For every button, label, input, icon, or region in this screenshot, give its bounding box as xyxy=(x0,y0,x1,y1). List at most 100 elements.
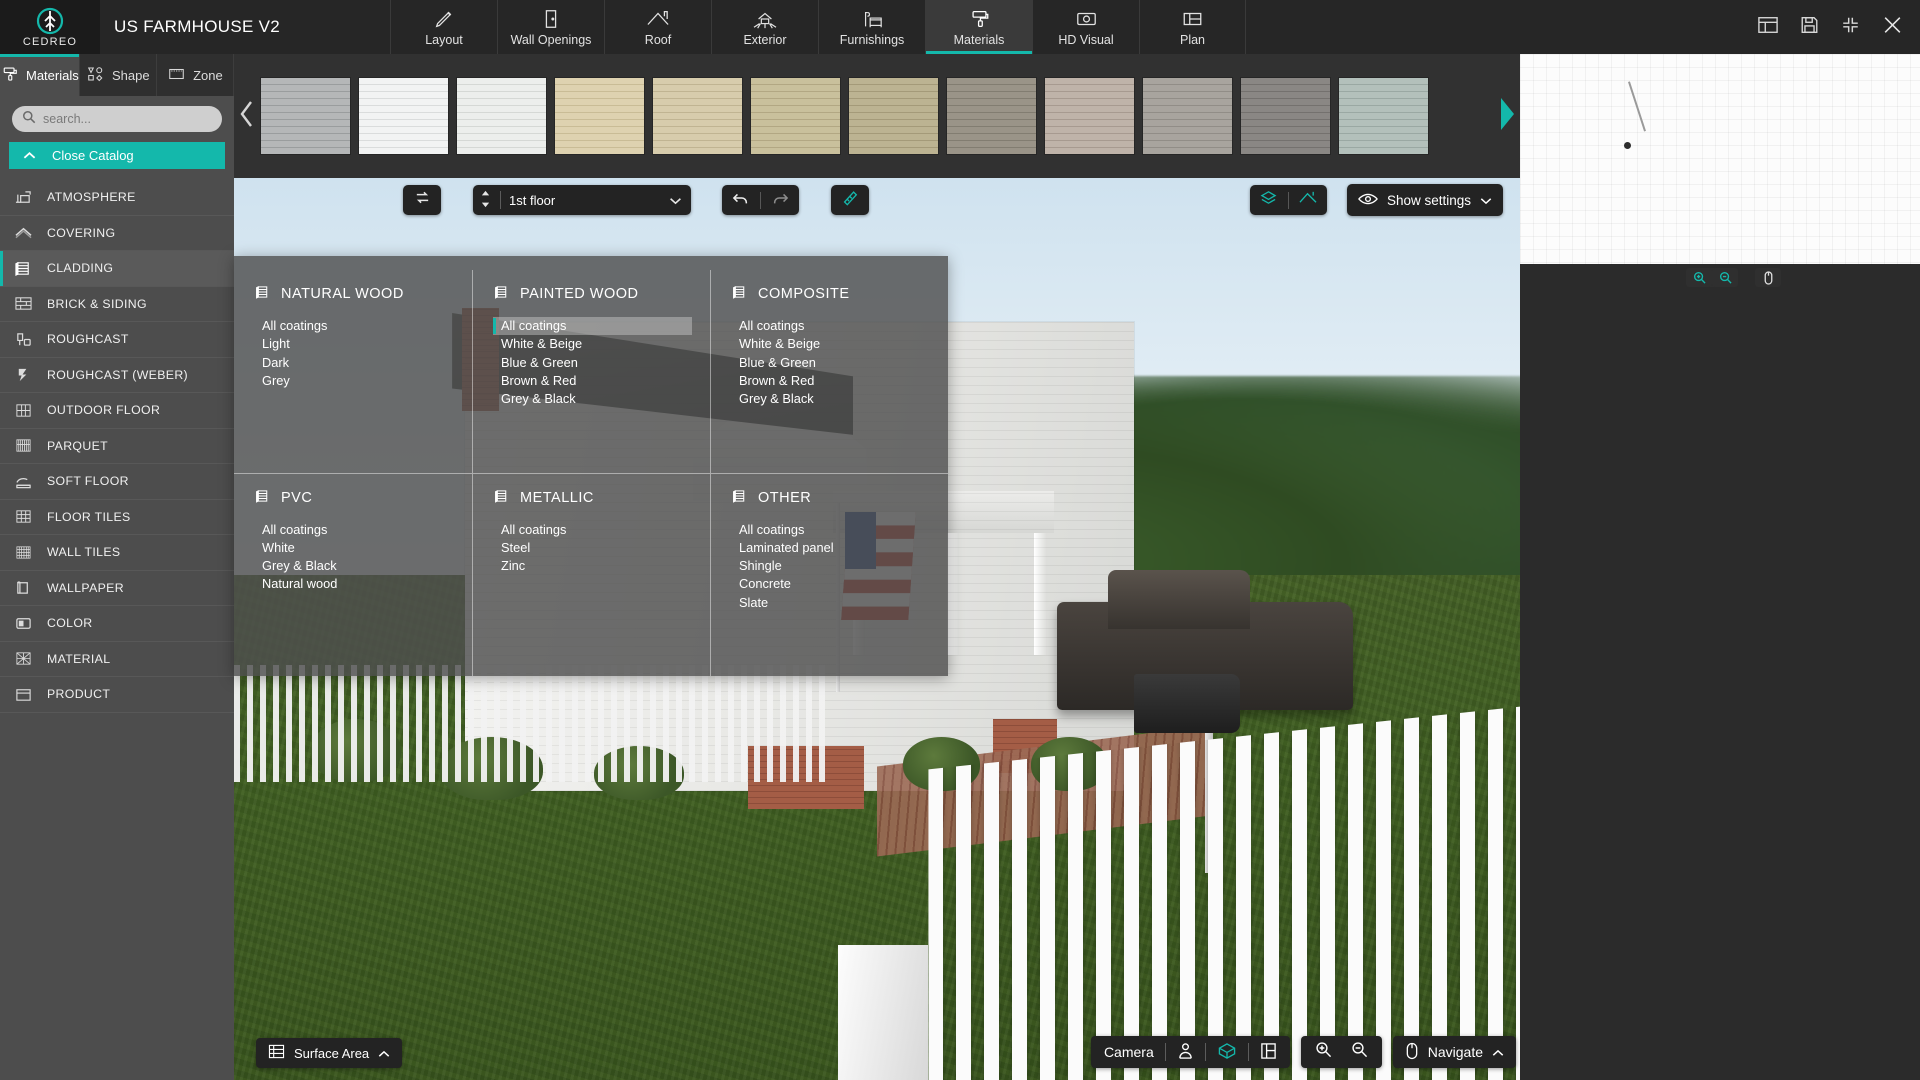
swatch-khaki-siding[interactable] xyxy=(750,77,841,155)
megamenu-item[interactable]: Light xyxy=(254,335,454,353)
megamenu-item[interactable]: Grey xyxy=(254,372,454,390)
tab-exterior[interactable]: Exterior xyxy=(711,0,818,54)
swatch-warm-grey-siding[interactable] xyxy=(1044,77,1135,155)
list-view-icon[interactable] xyxy=(1757,15,1779,40)
megamenu-heading-label: PAINTED WOOD xyxy=(520,286,639,302)
swatch-taupe-siding[interactable] xyxy=(946,77,1037,155)
megamenu-item[interactable]: Blue & Green xyxy=(731,354,930,372)
product-icon xyxy=(12,684,34,704)
surface-area-button[interactable]: Surface Area xyxy=(256,1038,403,1068)
megamenu-item[interactable]: Blue & Green xyxy=(493,354,692,372)
megamenu-item[interactable]: Steel xyxy=(493,539,692,557)
megamenu-item[interactable]: White & Beige xyxy=(731,335,930,353)
redo-button[interactable] xyxy=(761,185,799,215)
person-view-icon[interactable] xyxy=(1177,1042,1194,1063)
swatch-off-white-siding[interactable] xyxy=(456,77,547,155)
tab-materials[interactable]: Materials xyxy=(925,0,1032,54)
swatch-sage-green-siding[interactable] xyxy=(1338,77,1429,155)
sidebar-item-outdoor-floor[interactable]: OUTDOOR FLOOR xyxy=(0,393,234,429)
swatch-cream-siding[interactable] xyxy=(554,77,645,155)
cedreo-logo-icon xyxy=(33,7,67,37)
swatch-olive-beige-siding[interactable] xyxy=(848,77,939,155)
sidebar-item-floor-tiles[interactable]: FLOOR TILES xyxy=(0,500,234,535)
sidebar-item-wallpaper[interactable]: WALLPAPER xyxy=(0,571,234,606)
sidebar-item-soft-floor[interactable]: SOFT FLOOR xyxy=(0,464,234,500)
plan-view-icon[interactable] xyxy=(1260,1042,1277,1063)
sidebar-item-product[interactable]: PRODUCT xyxy=(0,677,234,713)
tab-furnishings[interactable]: Furnishings xyxy=(818,0,925,54)
layers-button[interactable] xyxy=(1250,185,1288,215)
tab-layout[interactable]: Layout xyxy=(390,0,497,54)
sidebar-item-covering[interactable]: COVERING xyxy=(0,216,234,251)
megamenu-item[interactable]: Zinc xyxy=(493,557,692,575)
show-settings-button[interactable]: Show settings xyxy=(1346,184,1503,216)
sidebar-item-color[interactable]: COLOR xyxy=(0,606,234,642)
sidebar-item-cladding[interactable]: CLADDING xyxy=(0,251,234,287)
zoom-out-icon[interactable] xyxy=(1351,1041,1368,1063)
megamenu-item[interactable]: All coatings xyxy=(254,317,454,335)
swatch-grey-narrow-siding[interactable] xyxy=(260,77,351,155)
roof-toggle-button[interactable] xyxy=(1289,185,1327,215)
sidebar-item-material[interactable]: MATERIAL xyxy=(0,642,234,677)
tab-hd-visual[interactable]: HD Visual xyxy=(1032,0,1139,54)
atmosphere-icon xyxy=(12,187,34,207)
catalog-prev-button[interactable] xyxy=(234,54,260,178)
tab-exterior-label: Exterior xyxy=(743,32,787,47)
swatch-stone-grey-siding[interactable] xyxy=(1142,77,1233,155)
tab-plan[interactable]: Plan xyxy=(1139,0,1246,54)
app-logo[interactable]: CEDREO xyxy=(0,0,100,54)
swatch-white-siding[interactable] xyxy=(358,77,449,155)
megamenu-item[interactable]: Slate xyxy=(731,594,930,612)
megamenu-item[interactable]: White xyxy=(254,539,454,557)
save-icon[interactable] xyxy=(1799,15,1820,40)
megamenu-item[interactable]: All coatings xyxy=(731,521,930,539)
megamenu-item[interactable]: All coatings xyxy=(731,317,930,335)
megamenu-item[interactable]: Grey & Black xyxy=(731,390,930,408)
search-input[interactable] xyxy=(43,112,212,126)
megamenu-item[interactable]: Brown & Red xyxy=(731,372,930,390)
navigate-button[interactable]: Navigate xyxy=(1392,1036,1516,1068)
pan-icon[interactable] xyxy=(1755,268,1781,287)
cube-view-icon[interactable] xyxy=(1217,1042,1237,1063)
megamenu-item[interactable]: Brown & Red xyxy=(493,372,692,390)
swatch-beige-siding[interactable] xyxy=(652,77,743,155)
left-tab-zone[interactable]: Zone xyxy=(157,54,234,96)
close-icon[interactable] xyxy=(1881,14,1904,41)
zoom-in-icon[interactable] xyxy=(1315,1041,1332,1063)
zoom-out-icon[interactable] xyxy=(1712,268,1738,287)
megamenu-item[interactable]: Grey & Black xyxy=(254,557,454,575)
megamenu-item[interactable]: Grey & Black xyxy=(493,390,692,408)
sidebar-item-parquet[interactable]: PARQUET xyxy=(0,429,234,464)
megamenu-item[interactable]: All coatings xyxy=(254,521,454,539)
megamenu-item[interactable]: All coatings xyxy=(493,317,692,336)
sidebar-item-wall-tiles[interactable]: WALL TILES xyxy=(0,535,234,571)
megamenu-item[interactable]: All coatings xyxy=(493,521,692,539)
floor-selector[interactable]: 1st floor xyxy=(473,185,691,215)
sidebar-item-brick-siding[interactable]: BRICK & SIDING xyxy=(0,287,234,322)
chevron-down-icon[interactable] xyxy=(669,193,682,208)
collapse-icon[interactable] xyxy=(1840,15,1861,40)
megamenu-item[interactable]: Laminated panel xyxy=(731,539,930,557)
megamenu-item[interactable]: Concrete xyxy=(731,575,930,593)
left-tab-shape[interactable]: Shape xyxy=(80,54,157,96)
swatch-dark-grey-siding[interactable] xyxy=(1240,77,1331,155)
tab-wall-openings[interactable]: Wall Openings xyxy=(497,0,604,54)
sidebar-item-roughcast-weber[interactable]: ROUGHCAST (WEBER) xyxy=(0,358,234,393)
zoom-in-icon[interactable] xyxy=(1686,268,1712,287)
megamenu-item[interactable]: Shingle xyxy=(731,557,930,575)
swap-button[interactable] xyxy=(403,185,441,215)
tab-roof[interactable]: Roof xyxy=(604,0,711,54)
megamenu-item[interactable]: Natural wood xyxy=(254,575,454,593)
undo-button[interactable] xyxy=(722,185,760,215)
sidebar-item-roughcast[interactable]: ROUGHCAST xyxy=(0,322,234,358)
close-catalog-button[interactable]: Close Catalog xyxy=(9,142,225,169)
catalog-next-button[interactable] xyxy=(1494,54,1520,178)
sidebar-item-atmosphere[interactable]: ATMOSPHERE xyxy=(0,180,234,216)
search-box[interactable] xyxy=(12,106,222,132)
measure-button[interactable] xyxy=(831,185,869,215)
stepper-icon[interactable] xyxy=(479,189,492,212)
left-tab-materials[interactable]: Materials xyxy=(0,54,80,96)
megamenu-item[interactable]: White & Beige xyxy=(493,335,692,353)
megamenu-item[interactable]: Dark xyxy=(254,354,454,372)
plan-2d-preview[interactable] xyxy=(1520,54,1920,264)
